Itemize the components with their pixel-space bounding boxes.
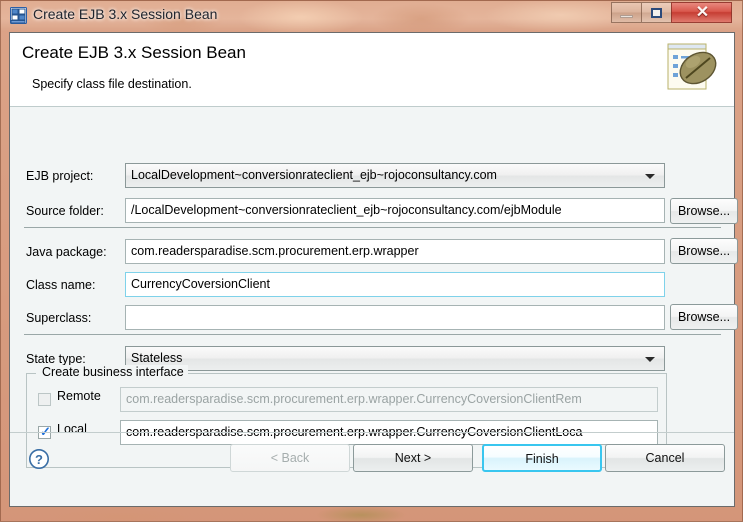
superclass-label: Superclass: <box>26 311 92 325</box>
cancel-button[interactable]: Cancel <box>605 444 725 472</box>
superclass-browse-button[interactable]: Browse... <box>670 304 738 330</box>
state-type-label: State type: <box>26 352 86 366</box>
close-icon: ✕ <box>695 4 710 21</box>
ejb-project-combo[interactable]: LocalDevelopment~conversionrateclient_ej… <box>125 163 665 188</box>
title-bar[interactable]: Create EJB 3.x Session Bean ✕ <box>1 1 743 31</box>
remote-checkbox[interactable] <box>38 393 51 406</box>
remote-interface-input[interactable]: com.readersparadise.scm.procurement.erp.… <box>120 387 658 412</box>
aero-glass-bottom <box>1 505 743 521</box>
chevron-down-icon <box>645 357 655 362</box>
wizard-header: Create EJB 3.x Session Bean Specify clas… <box>10 33 734 107</box>
minimize-button[interactable] <box>611 2 641 23</box>
svg-text:?: ? <box>35 452 43 467</box>
java-package-browse-button[interactable]: Browse... <box>670 238 738 264</box>
minimize-icon <box>620 15 633 18</box>
source-folder-label: Source folder: <box>26 204 104 218</box>
window-frame: Create EJB 3.x Session Bean ✕ Create EJB… <box>0 0 743 522</box>
dialog-body: Create EJB 3.x Session Bean Specify clas… <box>9 32 738 507</box>
java-package-input[interactable]: com.readersparadise.scm.procurement.erp.… <box>125 239 665 264</box>
separator-2 <box>24 334 721 335</box>
button-bar: ? < Back Next > Finish Cancel <box>10 432 734 506</box>
ejb-project-value: LocalDevelopment~conversionrateclient_ej… <box>131 168 497 182</box>
remote-label: Remote <box>57 389 101 403</box>
class-name-label: Class name: <box>26 278 96 292</box>
page-subtitle: Specify class file destination. <box>32 77 192 91</box>
close-button[interactable]: ✕ <box>671 2 732 23</box>
superclass-input[interactable] <box>125 305 665 330</box>
page-title: Create EJB 3.x Session Bean <box>22 43 246 62</box>
ejb-bean-icon <box>10 7 27 24</box>
form-area: EJB project: LocalDevelopment~conversion… <box>10 107 738 468</box>
source-folder-input[interactable]: /LocalDevelopment~conversionrateclient_e… <box>125 198 665 223</box>
window-title: Create EJB 3.x Session Bean <box>33 6 218 22</box>
source-folder-browse-button[interactable]: Browse... <box>670 198 738 224</box>
class-name-input[interactable]: CurrencyCoversionClient <box>125 272 665 297</box>
state-type-value: Stateless <box>131 351 183 365</box>
state-type-combo[interactable]: Stateless <box>125 346 665 371</box>
chevron-down-icon <box>645 174 655 179</box>
maximize-button[interactable] <box>641 2 671 23</box>
java-package-label: Java package: <box>26 245 107 259</box>
back-button: < Back <box>230 444 350 472</box>
next-button[interactable]: Next > <box>353 444 473 472</box>
help-icon[interactable]: ? <box>28 448 50 470</box>
finish-button[interactable]: Finish <box>482 444 602 472</box>
business-interface-group-label: Create business interface <box>38 365 188 379</box>
separator-1 <box>24 227 721 228</box>
maximize-icon <box>651 8 662 18</box>
ejb-project-label: EJB project: <box>26 169 94 183</box>
ejb-bean-banner-icon <box>660 38 722 98</box>
